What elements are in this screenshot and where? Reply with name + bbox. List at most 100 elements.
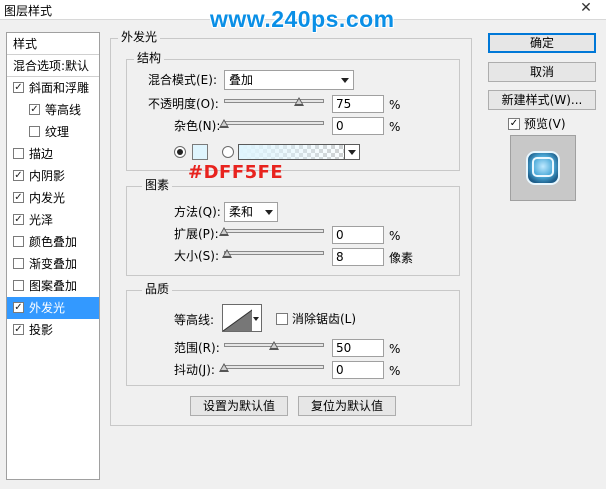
gradient-radio[interactable] (222, 146, 234, 158)
range-slider-thumb[interactable] (269, 341, 279, 350)
sidebar-item-label: 投影 (29, 323, 54, 337)
stroke-checkbox[interactable] (13, 148, 24, 159)
jitter-label: 抖动(J): (174, 363, 215, 377)
noise-label: 杂色(N): (174, 119, 221, 133)
sidebar-item-drop-shadow[interactable]: ✓ 投影 (7, 319, 99, 341)
jitter-unit: % (389, 364, 401, 378)
ok-button[interactable]: 确定 (488, 33, 596, 53)
satin-checkbox[interactable]: ✓ (13, 214, 24, 225)
range-input[interactable]: 50 (332, 339, 384, 357)
chevron-down-icon (341, 78, 349, 83)
spread-unit: % (389, 229, 401, 243)
preview-checkbox[interactable]: ✓ (508, 118, 520, 130)
reset-default-button[interactable]: 复位为默认值 (298, 396, 396, 416)
size-label: 大小(S): (174, 249, 220, 263)
sidebar-item-label: 斜面和浮雕 (29, 81, 90, 95)
blend-options-item[interactable]: 混合选项:默认 (7, 55, 99, 77)
sidebar-item-outer-glow[interactable]: ✓ 外发光 (7, 297, 99, 319)
technique-value: 柔和 (229, 205, 254, 219)
cancel-button[interactable]: 取消 (488, 62, 596, 82)
jitter-slider-thumb[interactable] (219, 363, 229, 372)
sidebar-item-gradient-overlay[interactable]: 渐变叠加 (7, 253, 99, 275)
elements-title: 图素 (142, 178, 173, 192)
make-default-button[interactable]: 设置为默认值 (190, 396, 288, 416)
gradient-overlay-checkbox[interactable] (13, 258, 24, 269)
texture-checkbox[interactable] (29, 126, 40, 137)
sidebar-item-stroke[interactable]: 描边 (7, 143, 99, 165)
size-slider-thumb[interactable] (222, 249, 233, 258)
noise-slider-track[interactable] (224, 121, 324, 125)
spread-slider-thumb[interactable] (219, 227, 229, 236)
range-unit: % (389, 342, 401, 356)
sidebar-item-label: 图案叠加 (29, 279, 78, 293)
jitter-slider-track[interactable] (224, 365, 324, 369)
glow-color-swatch[interactable] (192, 144, 208, 160)
blend-mode-label: 混合模式(E): (148, 73, 217, 87)
technique-label: 方法(Q): (174, 205, 221, 219)
jitter-input[interactable]: 0 (332, 361, 384, 379)
sidebar-item-pattern-overlay[interactable]: 图案叠加 (7, 275, 99, 297)
range-label: 范围(R): (174, 341, 220, 355)
blend-mode-select[interactable]: 叠加 (224, 70, 354, 90)
sidebar-item-label: 渐变叠加 (29, 257, 78, 271)
sidebar-item-inner-shadow[interactable]: ✓ 内阴影 (7, 165, 99, 187)
preview-swatch-icon (526, 151, 560, 185)
technique-select[interactable]: 柔和 (224, 202, 278, 222)
spread-label: 扩展(P): (174, 227, 219, 241)
size-slider-track[interactable] (224, 251, 324, 255)
structure-title: 结构 (134, 51, 165, 65)
glow-gradient-picker[interactable] (238, 144, 360, 160)
sidebar-item-label: 等高线 (45, 103, 82, 117)
quality-title: 品质 (142, 282, 173, 296)
chevron-down-icon (265, 210, 273, 215)
sidebar-item-texture[interactable]: 纹理 (7, 121, 99, 143)
spread-slider-track[interactable] (224, 229, 324, 233)
opacity-slider-thumb[interactable] (294, 97, 304, 106)
sidebar-item-label: 纹理 (45, 125, 70, 139)
sidebar-item-label: 颜色叠加 (29, 235, 78, 249)
inner-glow-checkbox[interactable]: ✓ (13, 192, 24, 203)
bevel-emboss-checkbox[interactable]: ✓ (13, 82, 24, 93)
style-preview-thumbnail (510, 135, 576, 201)
sidebar-item-bevel-emboss[interactable]: ✓ 斜面和浮雕 (7, 77, 99, 99)
sidebar-item-inner-glow[interactable]: ✓ 内发光 (7, 187, 99, 209)
sidebar-item-label: 外发光 (29, 301, 66, 315)
solid-color-radio[interactable] (174, 146, 186, 158)
styles-header[interactable]: 样式 (7, 33, 99, 55)
sidebar-item-color-overlay[interactable]: 颜色叠加 (7, 231, 99, 253)
contour-checkbox[interactable]: ✓ (29, 104, 40, 115)
noise-slider-thumb[interactable] (219, 119, 229, 128)
opacity-input[interactable]: 75 (332, 95, 384, 113)
sidebar-item-label: 内发光 (29, 191, 66, 205)
antialias-checkbox[interactable] (276, 313, 288, 325)
opacity-label: 不透明度(O): (148, 97, 219, 111)
outer-glow-checkbox[interactable]: ✓ (13, 302, 24, 313)
inner-shadow-checkbox[interactable]: ✓ (13, 170, 24, 181)
window-title: 图层样式 (4, 4, 53, 18)
chevron-down-icon[interactable] (344, 144, 360, 160)
sidebar-item-label: 描边 (29, 147, 54, 161)
antialias-label: 消除锯齿(L) (292, 312, 357, 326)
close-icon[interactable]: ✕ (578, 0, 594, 16)
sidebar-item-label: 光泽 (29, 213, 54, 227)
contour-dropdown[interactable] (252, 304, 262, 332)
outer-glow-title: 外发光 (118, 30, 161, 44)
drop-shadow-checkbox[interactable]: ✓ (13, 324, 24, 335)
spread-input[interactable]: 0 (332, 226, 384, 244)
noise-input[interactable]: 0 (332, 117, 384, 135)
color-overlay-checkbox[interactable] (13, 236, 24, 247)
color-hex-annotation: #DFF5FE (188, 162, 284, 183)
size-input[interactable]: 8 (332, 248, 384, 266)
contour-label: 等高线: (174, 313, 215, 327)
pattern-overlay-checkbox[interactable] (13, 280, 24, 291)
sidebar-item-contour[interactable]: ✓ 等高线 (7, 99, 99, 121)
blend-mode-value: 叠加 (229, 73, 254, 87)
preview-label: 预览(V) (524, 117, 566, 131)
opacity-slider-track[interactable] (224, 99, 324, 103)
style-list: 样式 混合选项:默认 ✓ 斜面和浮雕 ✓ 等高线 纹理 描边 ✓ 内阴影 ✓ 内… (6, 32, 100, 480)
sidebar-item-satin[interactable]: ✓ 光泽 (7, 209, 99, 231)
new-style-button[interactable]: 新建样式(W)... (488, 90, 596, 110)
noise-unit: % (389, 120, 401, 134)
size-unit: 像素 (389, 251, 414, 265)
watermark: www.240ps.com (210, 6, 395, 32)
